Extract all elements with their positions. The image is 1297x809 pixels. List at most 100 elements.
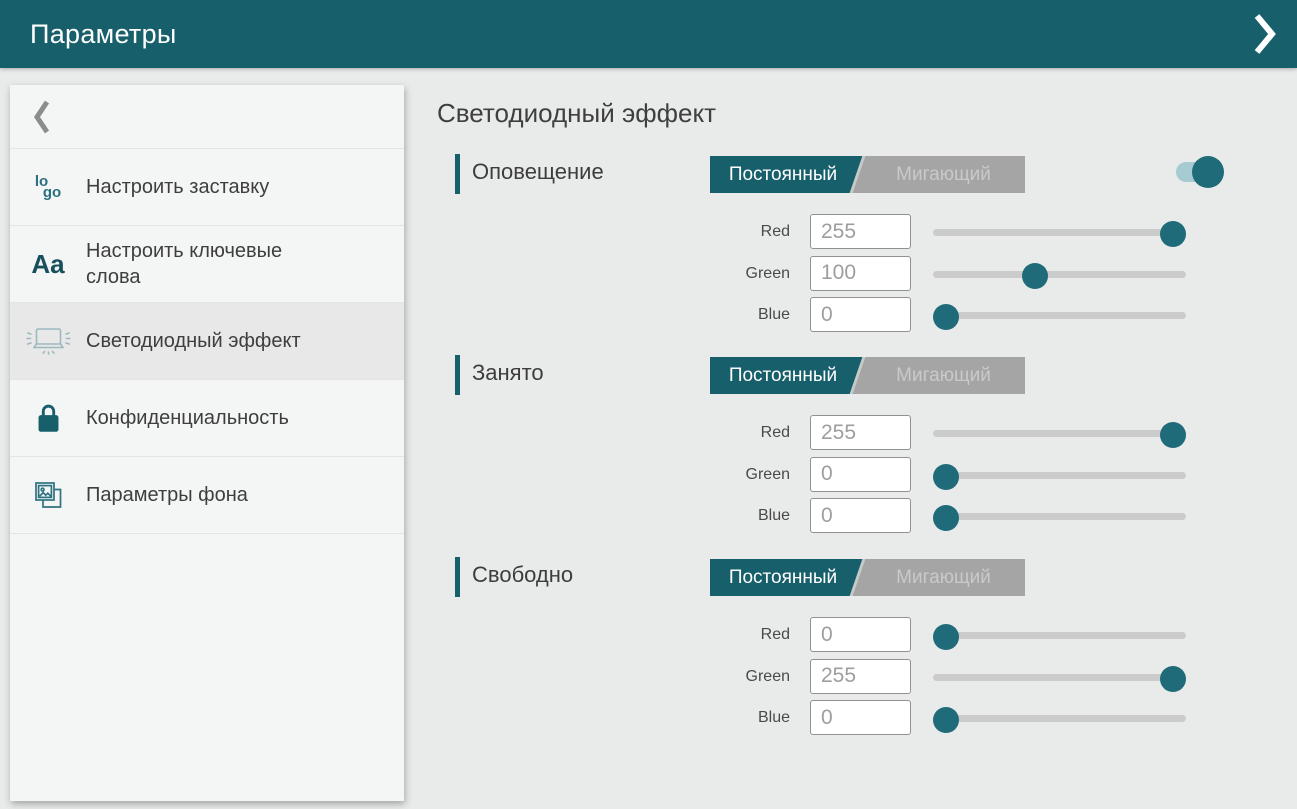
page-heading: Светодиодный эффект xyxy=(437,98,716,129)
alert-green-value-input[interactable] xyxy=(810,256,911,291)
slider-track xyxy=(933,229,1186,236)
alert-red-slider[interactable] xyxy=(933,214,1186,250)
channel-label: Green xyxy=(455,466,790,484)
sidebar-item-label: Конфиденциальность xyxy=(86,405,289,431)
sidebar-item-icon xyxy=(10,479,86,512)
sidebar-item-background[interactable]: Параметры фона xyxy=(10,457,404,534)
slider-thumb[interactable] xyxy=(1160,221,1186,247)
led-display-icon xyxy=(25,325,72,358)
busy-green-slider[interactable] xyxy=(933,457,1186,493)
page-title: Параметры xyxy=(30,19,177,50)
channel-label: Blue xyxy=(455,306,790,324)
channel-label: Red xyxy=(455,626,790,644)
sidebar-item-led-effect[interactable]: Светодиодный эффект xyxy=(10,303,404,380)
free-red-value-input[interactable] xyxy=(810,617,911,652)
free-blue-value-input[interactable] xyxy=(810,700,911,735)
mode-segmented-control: Постоянный Мигающий xyxy=(710,559,1025,596)
alert-blue-slider[interactable] xyxy=(933,297,1186,333)
channel-label: Green xyxy=(455,668,790,686)
free-red-row: Red xyxy=(455,617,1255,653)
sidebar-item-icon xyxy=(10,325,86,358)
alert-red-value-input[interactable] xyxy=(810,214,911,249)
busy-red-slider[interactable] xyxy=(933,415,1186,451)
slider-thumb[interactable] xyxy=(1160,666,1186,692)
section-accent-bar xyxy=(455,154,460,194)
section-accent-bar xyxy=(455,355,460,395)
section-accent-bar xyxy=(455,557,460,597)
sidebar-item-icon xyxy=(10,403,86,434)
busy-red-value-input[interactable] xyxy=(810,415,911,450)
privacy-lock-icon xyxy=(35,403,62,434)
free-blue-row: Blue xyxy=(455,700,1255,736)
sidebar-item-label: Параметры фона xyxy=(86,482,248,508)
background-images-icon xyxy=(32,479,65,512)
section-alert: Оповещение Постоянный Мигающий Red Green… xyxy=(455,152,1255,347)
sidebar-item-icon: Aa xyxy=(10,251,86,277)
chevron-left-icon xyxy=(32,99,51,135)
alert-green-row: Green xyxy=(455,256,1255,292)
keywords-aa-icon: Aa xyxy=(31,251,64,277)
slider-thumb[interactable] xyxy=(1022,263,1048,289)
logo-icon: logo xyxy=(35,176,61,198)
slider-track xyxy=(933,430,1186,437)
sidebar-back-button[interactable] xyxy=(10,85,404,149)
free-red-slider[interactable] xyxy=(933,617,1186,653)
mode-segmented-control: Постоянный Мигающий xyxy=(710,156,1025,193)
channel-label: Green xyxy=(455,265,790,283)
sidebar-item-icon: logo xyxy=(10,176,86,198)
mode-segmented-control: Постоянный Мигающий xyxy=(710,357,1025,394)
slider-thumb[interactable] xyxy=(933,464,959,490)
sidebar-item-label: Светодиодный эффект xyxy=(86,328,301,354)
slider-thumb[interactable] xyxy=(933,624,959,650)
slider-track xyxy=(933,271,1186,278)
slider-track xyxy=(933,312,1186,319)
settings-window: Параметры logo Настроить заставку Aa Нас… xyxy=(0,0,1297,809)
alert-mode-option-blinking[interactable]: Мигающий xyxy=(866,156,1021,193)
free-green-row: Green xyxy=(455,659,1255,695)
busy-green-row: Green xyxy=(455,457,1255,493)
channel-label: Red xyxy=(455,424,790,442)
busy-red-row: Red xyxy=(455,415,1255,451)
slider-track xyxy=(933,674,1186,681)
free-mode-option-solid[interactable]: Постоянный xyxy=(710,559,856,596)
alert-mode-option-solid[interactable]: Постоянный xyxy=(710,156,856,193)
alert-enable-toggle-switch[interactable] xyxy=(1176,155,1224,189)
sidebar-item-privacy[interactable]: Конфиденциальность xyxy=(10,380,404,457)
switch-thumb xyxy=(1192,156,1224,188)
alert-blue-row: Blue xyxy=(455,297,1255,333)
free-green-slider[interactable] xyxy=(933,659,1186,695)
section-title: Занято xyxy=(472,360,544,386)
slider-track xyxy=(933,513,1186,520)
free-blue-slider[interactable] xyxy=(933,700,1186,736)
titlebar: Параметры xyxy=(0,0,1297,68)
sidebar-item-keywords[interactable]: Aa Настроить ключевые слова xyxy=(10,226,404,303)
channel-label: Blue xyxy=(455,507,790,525)
slider-thumb[interactable] xyxy=(933,304,959,330)
alert-blue-value-input[interactable] xyxy=(810,297,911,332)
busy-green-value-input[interactable] xyxy=(810,457,911,492)
channel-label: Blue xyxy=(455,709,790,727)
slider-track xyxy=(933,472,1186,479)
sidebar-item-label: Настроить заставку xyxy=(86,174,269,200)
busy-blue-value-input[interactable] xyxy=(810,498,911,533)
section-title: Оповещение xyxy=(472,159,604,185)
sidebar-item-screensaver[interactable]: logo Настроить заставку xyxy=(10,149,404,226)
slider-thumb[interactable] xyxy=(933,505,959,531)
channel-label: Red xyxy=(455,223,790,241)
section-free: Свободно Постоянный Мигающий Red Green B… xyxy=(455,555,1255,750)
sidebar: logo Настроить заставку Aa Настроить клю… xyxy=(10,85,404,801)
slider-thumb[interactable] xyxy=(1160,422,1186,448)
alert-red-row: Red xyxy=(455,214,1255,250)
busy-mode-option-blinking[interactable]: Мигающий xyxy=(866,357,1021,394)
free-mode-option-blinking[interactable]: Мигающий xyxy=(866,559,1021,596)
busy-blue-row: Blue xyxy=(455,498,1255,534)
busy-mode-option-solid[interactable]: Постоянный xyxy=(710,357,856,394)
alert-green-slider[interactable] xyxy=(933,256,1186,292)
collapse-panel-button[interactable] xyxy=(1249,8,1281,60)
slider-track xyxy=(933,632,1186,639)
busy-blue-slider[interactable] xyxy=(933,498,1186,534)
slider-thumb[interactable] xyxy=(933,707,959,733)
chevron-right-icon xyxy=(1253,12,1277,56)
sidebar-menu: logo Настроить заставку Aa Настроить клю… xyxy=(10,149,404,534)
free-green-value-input[interactable] xyxy=(810,659,911,694)
